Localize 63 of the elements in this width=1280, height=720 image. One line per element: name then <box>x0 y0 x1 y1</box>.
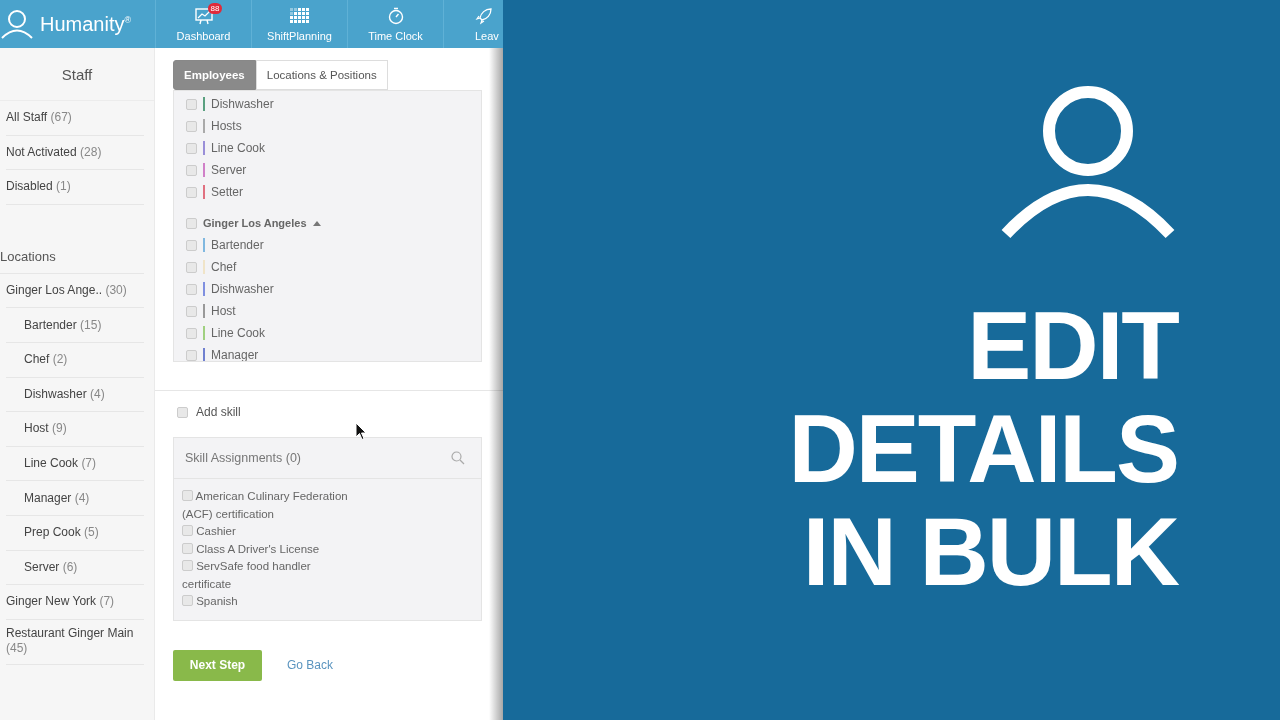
title-line: IN BULK <box>802 500 1178 603</box>
checkbox[interactable] <box>186 239 197 251</box>
sidebar-item[interactable]: Chef (2) <box>24 352 68 368</box>
title-line: DETAILS <box>788 397 1178 500</box>
skill-option[interactable]: Class A Driver's License <box>182 540 361 558</box>
sidebar-item[interactable]: Ginger New York (7) <box>6 594 115 610</box>
position-label: Bartender <box>211 238 264 252</box>
checkbox[interactable] <box>186 327 197 339</box>
sidebar-item[interactable]: Manager (4) <box>24 490 90 506</box>
sidebar-item[interactable]: Disabled (1) <box>6 179 71 195</box>
skill-option[interactable]: ServSafe food handler certificate <box>182 558 361 593</box>
sidebar-item[interactable]: Ginger Los Ange.. (30) <box>6 283 127 299</box>
sidebar-item[interactable]: Server (6) <box>24 559 78 575</box>
checkbox[interactable] <box>177 406 188 418</box>
skill-option[interactable]: Cashier <box>182 523 361 541</box>
search-icon[interactable] <box>451 451 465 465</box>
person-icon <box>0 9 34 39</box>
checkbox[interactable] <box>186 98 197 110</box>
sidebar-item[interactable]: Dishwasher (4) <box>24 386 105 402</box>
checkbox-label: Add skill <box>196 405 241 419</box>
sidebar-item[interactable]: Prep Cook (5) <box>24 525 99 541</box>
position-label: Chef <box>211 260 237 274</box>
sidebar-item[interactable]: Host (9) <box>24 421 67 437</box>
notification-badge: 88 <box>207 2 223 14</box>
sidebar-item[interactable]: Restaurant Ginger Main (45) <box>6 625 136 656</box>
chart-icon <box>194 6 213 25</box>
position-label: Host <box>211 304 236 318</box>
position-label: Dishwasher <box>211 282 274 296</box>
title-line: EDIT <box>967 294 1178 397</box>
caret-icon[interactable] <box>312 220 321 226</box>
checkbox[interactable] <box>186 261 197 273</box>
grid-icon <box>289 7 310 24</box>
position-label: Manager <box>211 348 259 361</box>
sidebar-item[interactable]: Not Activated (28) <box>6 144 102 160</box>
person-icon <box>1000 86 1176 240</box>
sidebar-title: Staff <box>0 48 154 101</box>
checkbox[interactable] <box>186 283 197 295</box>
stopwatch-icon <box>387 6 404 25</box>
skill-option[interactable]: Spanish <box>182 593 361 611</box>
section-heading: Locations <box>0 240 144 274</box>
brand-name: Humanity$^{®}$ <box>40 12 132 36</box>
checkbox[interactable] <box>186 217 197 229</box>
sidebar-item[interactable]: All Staff (67) <box>6 110 72 126</box>
checkbox[interactable] <box>186 164 197 176</box>
panel-title: Skill Assignments (0) <box>185 451 301 465</box>
location-label: Ginger Los Angeles <box>203 217 307 229</box>
position-label: Server <box>211 163 247 177</box>
position-label: Line Cook <box>211 141 266 155</box>
checkbox[interactable] <box>186 349 197 361</box>
position-label: Setter <box>211 185 243 199</box>
skill-option[interactable]: American Culinary Federation (ACF) certification <box>182 488 361 523</box>
nav-item[interactable]: 88 Dashboard <box>155 0 251 48</box>
position-label: Line Cook <box>211 326 266 340</box>
checkbox[interactable] <box>186 305 197 317</box>
rocket-icon <box>475 6 493 25</box>
checkbox[interactable] <box>186 186 197 198</box>
checkbox[interactable] <box>186 142 197 154</box>
position-label: Hosts <box>211 119 242 133</box>
position-label: Dishwasher <box>211 97 274 111</box>
checkbox[interactable] <box>186 120 197 132</box>
sidebar-item[interactable]: Line Cook (7) <box>24 456 97 472</box>
sidebar-item[interactable]: Bartender (15) <box>24 317 102 333</box>
tab[interactable]: Locations & Positions <box>255 60 388 90</box>
